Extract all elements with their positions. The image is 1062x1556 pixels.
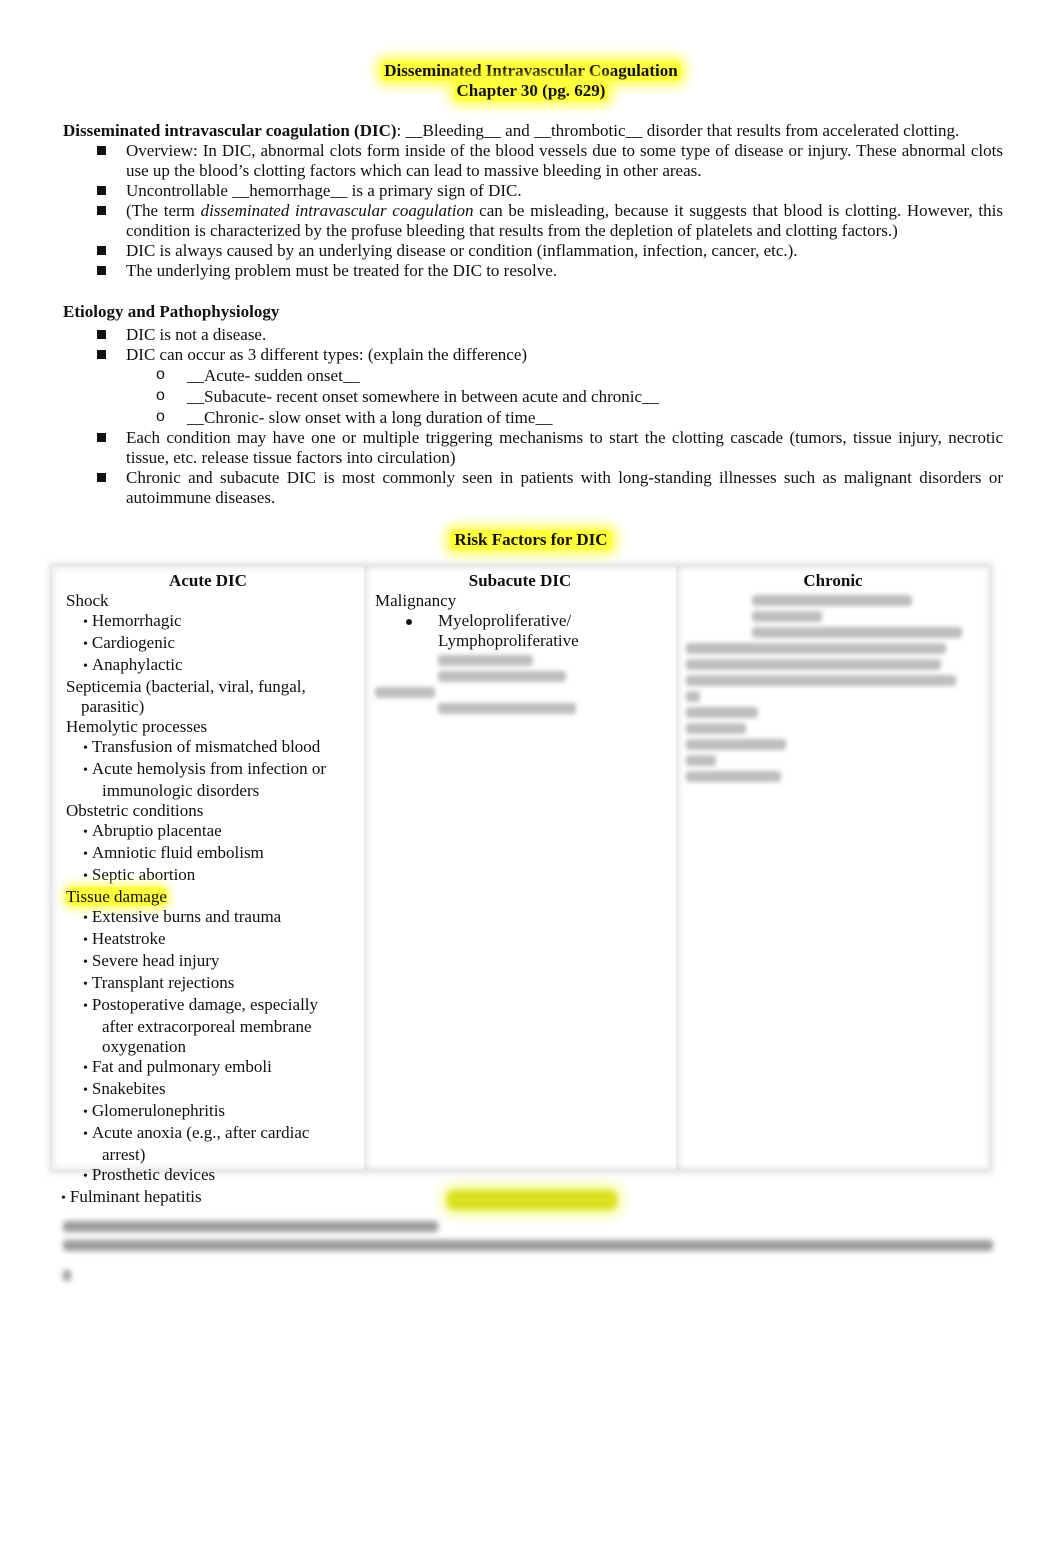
intro-bullet-list: Overview: In DIC, abnormal clots form in…	[63, 141, 1003, 281]
italic-term: disseminated intravascular coagulation	[200, 201, 474, 220]
list-item: Each condition may have one or multiple …	[63, 428, 1003, 468]
group-label: Shock	[66, 591, 109, 610]
list-item: Extensive burns and trauma	[83, 907, 281, 926]
list-item: Hemorrhagic	[83, 611, 182, 630]
group-label: Obstetric conditions	[66, 801, 204, 820]
list-item: Heatstroke	[83, 929, 166, 948]
list-item: Prosthetic devices	[83, 1165, 215, 1184]
group-label-continuation: parasitic)	[81, 697, 145, 716]
intro-definition: Disseminated intravascular coagulation (…	[63, 121, 1003, 141]
list-item: Postoperative damage, especially	[83, 995, 318, 1014]
document-title-block: Disseminated Intravascular Coagulation C…	[0, 61, 1062, 101]
list-item: Severe head injury	[83, 951, 219, 970]
list-item-continuation: after extracorporeal membrane	[102, 1017, 312, 1036]
list-item-text: Myeloproliferative/	[438, 611, 572, 630]
list-item-continuation: immunologic disorders	[102, 781, 260, 800]
list-item: __Chronic- slow onset with a long durati…	[63, 406, 1003, 428]
group-label: Malignancy	[375, 591, 457, 610]
list-item-continuation: arrest)	[102, 1145, 146, 1164]
text-segment: (The term	[126, 201, 201, 220]
list-item: Uncontrollable __hemorrhage__ is a prima…	[63, 181, 1003, 201]
list-item: Transplant rejections	[83, 973, 234, 992]
etiology-bullet-list-2: Each condition may have one or multiple …	[63, 428, 1003, 508]
group-label: Septicemia (bacterial, viral, fungal,	[66, 677, 306, 696]
list-item: DIC can occur as 3 different types: (exp…	[63, 345, 1003, 365]
list-item: Fat and pulmonary emboli	[83, 1057, 272, 1076]
list-item: Chronic and subacute DIC is most commonl…	[63, 468, 1003, 508]
column-header: Chronic	[803, 571, 863, 590]
subacute-column-body: Malignancy Myeloproliferative/ Lymphopro…	[364, 591, 676, 714]
list-item: Glomerulonephritis	[83, 1101, 225, 1120]
document-subtitle: Chapter 30 (pg. 629)	[453, 81, 609, 101]
chronic-column: Chronic	[676, 566, 990, 1170]
group-label-highlighted: Tissue damage	[66, 887, 167, 906]
etiology-heading: Etiology and Pathophysiology	[63, 302, 280, 321]
list-item: Myeloproliferative/ Lymphoproliferative	[375, 611, 676, 651]
acute-column: Acute DIC Shock Hemorrhagic Cardiogenic …	[52, 566, 364, 1206]
bullet-icon	[406, 619, 412, 625]
list-item: Overview: In DIC, abnormal clots form in…	[63, 141, 1003, 181]
redacted-content	[63, 1240, 993, 1251]
redacted-content	[375, 703, 676, 714]
redacted-content	[375, 687, 435, 698]
list-item: Abruptio placentae	[83, 821, 222, 840]
redacted-content	[63, 1221, 438, 1232]
document-page: Disseminated Intravascular Coagulation C…	[0, 0, 1062, 1556]
list-item: Acute hemolysis from infection or	[83, 759, 326, 778]
document-title: Disseminated Intravascular Coagulation	[381, 61, 681, 81]
list-item: __Acute- sudden onset__	[63, 364, 1003, 386]
column-header: Acute DIC	[169, 571, 247, 590]
list-item: Cardiogenic	[83, 633, 175, 652]
redacted-content	[676, 595, 990, 782]
list-item: DIC is not a disease.	[63, 325, 1003, 345]
list-item: Anaphylactic	[83, 655, 183, 674]
list-item-continuation: oxygenation	[102, 1037, 187, 1056]
list-item: Fulminant hepatitis	[61, 1187, 364, 1209]
list-item: Septic abortion	[83, 865, 195, 884]
column-header: Subacute DIC	[468, 571, 572, 590]
redacted-content	[375, 655, 568, 682]
etiology-section: Etiology and Pathophysiology DIC is not …	[63, 302, 1003, 508]
subacute-column: Subacute DIC Malignancy Myeloproliferati…	[364, 566, 676, 1170]
list-item: Snakebites	[83, 1079, 166, 1098]
redacted-heading	[447, 1190, 617, 1210]
list-item: The underlying problem must be treated f…	[63, 261, 1003, 281]
list-item: Amniotic fluid embolism	[83, 843, 264, 862]
risk-table-title-wrap: Risk Factors for DIC	[0, 530, 1062, 550]
list-item: Acute anoxia (e.g., after cardiac	[83, 1123, 309, 1142]
risk-table-title: Risk Factors for DIC	[450, 530, 612, 550]
list-item-text: Lymphoproliferative	[438, 631, 579, 650]
risk-factors-table: Acute DIC Shock Hemorrhagic Cardiogenic …	[52, 566, 990, 1206]
redacted-content	[63, 1270, 71, 1281]
group-label: Hemolytic processes	[66, 717, 208, 736]
acute-column-body: Shock Hemorrhagic Cardiogenic Anaphylact…	[52, 591, 364, 1209]
list-item: (The term disseminated intravascular coa…	[63, 201, 1003, 241]
etiology-bullet-list: DIC is not a disease. DIC can occur as 3…	[63, 325, 1003, 365]
intro-term: Disseminated intravascular coagulation (…	[63, 121, 397, 140]
intro-section: Disseminated intravascular coagulation (…	[63, 121, 1003, 281]
intro-definition-text: : __Bleeding__ and __thrombotic__ disord…	[396, 121, 960, 140]
list-item: __Subacute- recent onset somewhere in be…	[63, 385, 1003, 407]
list-item: DIC is always caused by an underlying di…	[63, 241, 1003, 261]
list-item: Transfusion of mismatched blood	[83, 737, 320, 756]
dic-types-list: __Acute- sudden onset__ __Subacute- rece…	[63, 364, 1003, 428]
